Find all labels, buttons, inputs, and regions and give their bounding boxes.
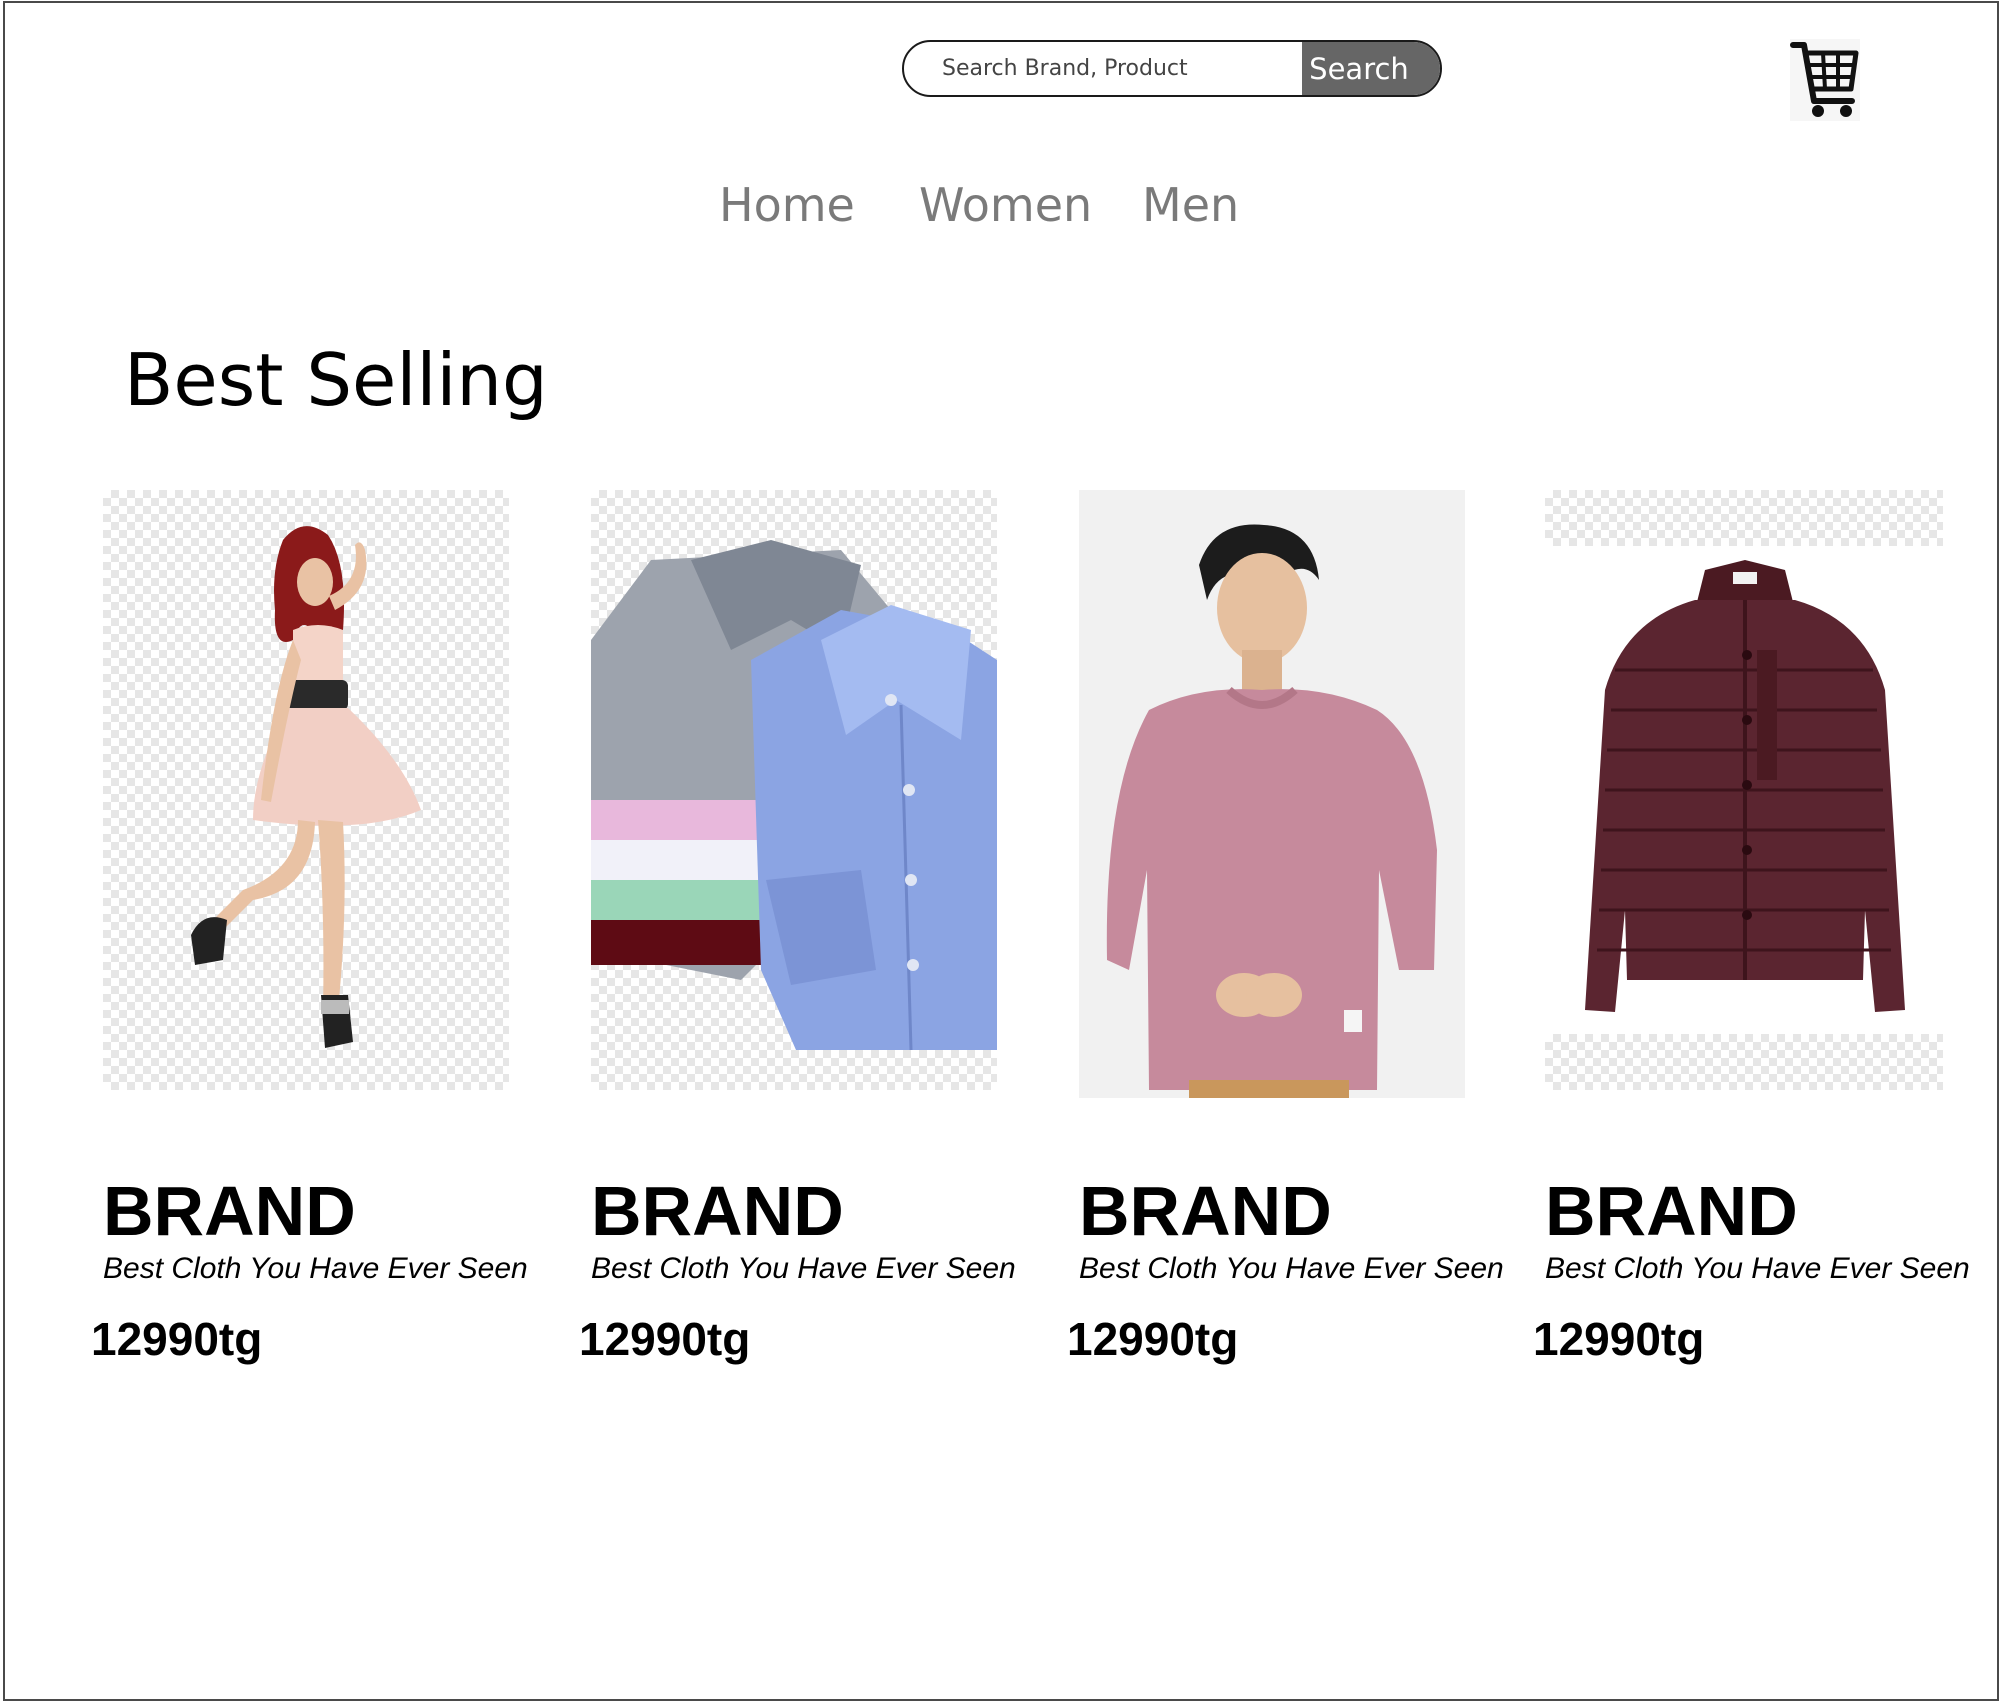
product-brand: BRAND bbox=[1545, 1172, 1798, 1250]
product-brand: BRAND bbox=[103, 1172, 356, 1250]
nav-item-women[interactable]: Women bbox=[919, 178, 1092, 232]
product-tagline: Best Cloth You Have Ever Seen bbox=[1079, 1252, 1504, 1285]
product-image[interactable] bbox=[591, 490, 997, 1090]
product-image[interactable] bbox=[1079, 490, 1465, 1098]
product-price: 12990tg bbox=[91, 1313, 263, 1365]
product-card[interactable]: BRAND Best Cloth You Have Ever Seen 1299… bbox=[579, 490, 1071, 1390]
product-tagline: Best Cloth You Have Ever Seen bbox=[103, 1252, 528, 1285]
product-image[interactable] bbox=[103, 490, 509, 1090]
section-title: Best Selling bbox=[124, 338, 548, 422]
search-input[interactable] bbox=[904, 42, 1302, 95]
product-card[interactable]: BRAND Best Cloth You Have Ever Seen 1299… bbox=[1067, 490, 1559, 1390]
product-price: 12990tg bbox=[1533, 1313, 1705, 1365]
nav-item-men[interactable]: Men bbox=[1142, 178, 1239, 232]
product-price: 12990tg bbox=[579, 1313, 751, 1365]
shopping-cart-icon[interactable] bbox=[1790, 39, 1860, 121]
product-brand: BRAND bbox=[1079, 1172, 1332, 1250]
search-bar: Search bbox=[902, 40, 1442, 97]
product-brand: BRAND bbox=[591, 1172, 844, 1250]
product-card[interactable]: BRAND Best Cloth You Have Ever Seen 1299… bbox=[1533, 490, 2008, 1390]
nav-item-home[interactable]: Home bbox=[719, 178, 855, 232]
product-price: 12990tg bbox=[1067, 1313, 1239, 1365]
product-tagline: Best Cloth You Have Ever Seen bbox=[1545, 1252, 1970, 1285]
product-tagline: Best Cloth You Have Ever Seen bbox=[591, 1252, 1016, 1285]
search-button[interactable]: Search bbox=[1302, 42, 1440, 95]
product-card[interactable]: BRAND Best Cloth You Have Ever Seen 1299… bbox=[91, 490, 583, 1390]
product-image[interactable] bbox=[1545, 490, 1943, 1090]
